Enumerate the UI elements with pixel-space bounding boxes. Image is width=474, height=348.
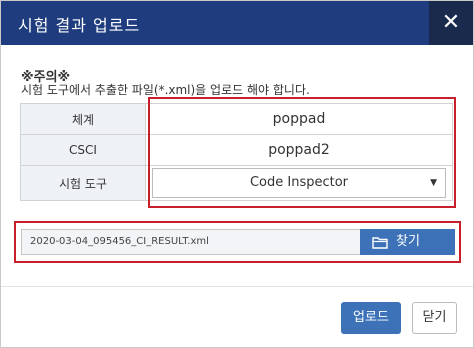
test-tool-label: 시험 도구 [20, 165, 146, 201]
dialog-title: 시험 결과 업로드 [18, 16, 141, 35]
close-button[interactable]: 닫기 [412, 302, 457, 334]
test-tool-select[interactable]: Code Inspector ▼ [152, 168, 446, 198]
test-tool-cell: Code Inspector ▼ [145, 165, 453, 201]
csci-label: CSCI [20, 134, 146, 166]
dropdown-arrow-icon: ▼ [430, 178, 437, 188]
info-table: 체계 poppad CSCI poppad2 시험 도구 Code Inspec… [20, 103, 453, 201]
dialog-header: 시험 결과 업로드 ✕ [1, 1, 473, 45]
upload-button[interactable]: 업로드 [341, 302, 401, 334]
table-row: 시험 도구 Code Inspector ▼ [20, 165, 453, 201]
file-name-field[interactable]: 2020-03-04_095456_CI_RESULT.xml [21, 229, 361, 255]
upload-dialog: 시험 결과 업로드 ✕ ※주의※ 시험 도구에서 추출한 파일(*.xml)을 … [0, 0, 474, 348]
close-icon[interactable]: ✕ [429, 1, 473, 45]
footer-divider [1, 286, 473, 287]
find-button[interactable]: 찾기 [360, 229, 455, 255]
test-tool-selected: Code Inspector [249, 175, 349, 190]
table-row: CSCI poppad2 [20, 134, 453, 166]
system-label: 체계 [20, 103, 146, 135]
notice-text: 시험 도구에서 추출한 파일(*.xml)을 업로드 해야 합니다. [21, 83, 310, 97]
find-label: 찾기 [396, 234, 420, 249]
system-value: poppad [145, 103, 453, 135]
folder-icon [372, 237, 388, 249]
table-row: 체계 poppad [20, 103, 453, 135]
csci-value: poppad2 [145, 134, 453, 166]
